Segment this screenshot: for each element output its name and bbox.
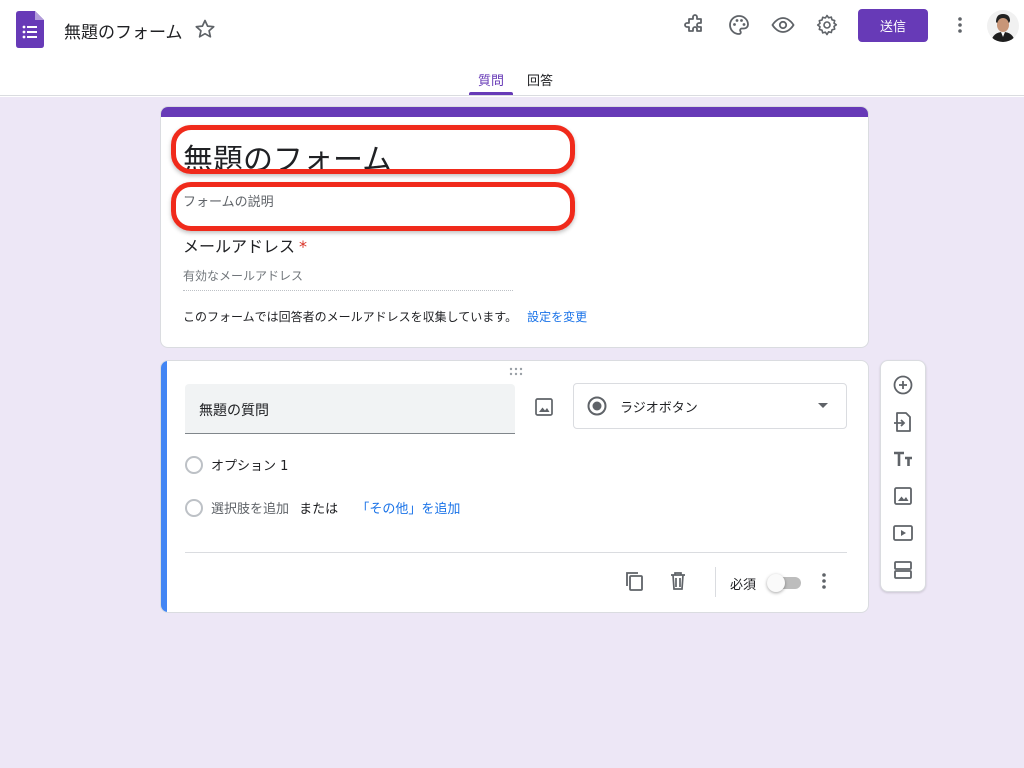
question-title-input[interactable]: 無題の質問 (185, 384, 515, 434)
theme-accent-bar (161, 107, 868, 117)
radio-circle-icon (185, 498, 203, 517)
delete-trash-icon[interactable] (666, 569, 690, 593)
settings-gear-icon[interactable] (815, 13, 839, 37)
active-question-bar (161, 361, 167, 612)
preview-eye-icon[interactable] (771, 13, 795, 37)
add-option-link[interactable]: 選択肢を追加 (211, 502, 289, 517)
or-text: または (299, 502, 339, 517)
add-image-icon[interactable] (891, 484, 915, 508)
option-label[interactable]: オプション 1 (211, 459, 288, 474)
document-title[interactable]: 無題のフォーム (64, 18, 183, 43)
required-toggle[interactable] (767, 573, 803, 593)
add-question-icon[interactable] (891, 373, 915, 397)
email-question-label: メールアドレス * (183, 233, 307, 257)
email-field[interactable]: 有効なメールアドレス (183, 267, 513, 291)
question-type-select[interactable]: ラジオボタン (573, 383, 847, 429)
add-section-icon[interactable] (891, 558, 915, 582)
change-settings-link[interactable]: 設定を変更 (527, 310, 587, 324)
forms-app-icon[interactable] (16, 11, 44, 48)
account-avatar[interactable] (987, 10, 1019, 42)
more-vert-icon[interactable] (948, 13, 972, 37)
collect-note-text: このフォームでは回答者のメールアドレスを収集しています。 (183, 310, 518, 324)
radio-button-icon (587, 396, 607, 416)
add-video-icon[interactable] (891, 521, 915, 545)
add-image-icon[interactable] (532, 395, 556, 419)
import-questions-icon[interactable] (891, 410, 915, 434)
add-title-icon[interactable] (891, 447, 915, 471)
question-toolbar (880, 360, 926, 592)
question-card[interactable]: 無題の質問 ラジオボタン オプション 1 選択肢を追加 または 「その他」を追加… (160, 360, 869, 613)
email-label-text: メールアドレス (183, 237, 296, 256)
required-label: 必須 (730, 578, 757, 593)
question-footer-divider (185, 552, 847, 553)
option-row-1[interactable]: オプション 1 (185, 455, 288, 474)
tab-responses[interactable]: 回答 (527, 70, 553, 89)
star-icon[interactable] (193, 17, 217, 41)
top-app-bar: 無題のフォーム 送信 質問 回答 (0, 0, 1024, 96)
palette-icon[interactable] (727, 13, 751, 37)
radio-circle-icon (185, 455, 203, 474)
tab-questions[interactable]: 質問 (478, 70, 504, 89)
toggle-thumb (767, 574, 785, 592)
add-option-row: 選択肢を追加 または 「その他」を追加 (185, 498, 460, 517)
footer-separator (715, 567, 716, 597)
more-vert-icon[interactable] (812, 569, 836, 593)
add-other-link[interactable]: 「その他」を追加 (356, 502, 460, 517)
duplicate-icon[interactable] (622, 569, 646, 593)
title-highlight-annotation (171, 125, 575, 174)
drag-handle-icon[interactable] (508, 367, 524, 377)
avatar-photo-icon (987, 10, 1019, 42)
send-button[interactable]: 送信 (858, 9, 928, 42)
email-collection-note: このフォームでは回答者のメールアドレスを収集しています。 設定を変更 (183, 308, 587, 325)
addon-puzzle-icon[interactable] (683, 13, 707, 37)
question-type-label: ラジオボタン (620, 401, 698, 416)
required-asterisk: * (299, 237, 308, 256)
chevron-down-icon (818, 403, 828, 408)
description-highlight-annotation (171, 182, 575, 231)
active-tab-indicator (469, 92, 513, 95)
